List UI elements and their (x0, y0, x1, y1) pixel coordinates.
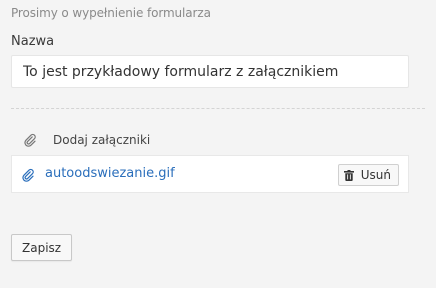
save-button[interactable]: Zapisz (11, 234, 73, 261)
name-input[interactable] (11, 55, 409, 88)
remove-attachment-button[interactable]: Usuń (337, 164, 399, 186)
form-instruction: Prosimy o wypełnienie formularza (11, 6, 211, 20)
add-attachments-button[interactable]: Dodaj załączniki (11, 133, 150, 147)
attachment-item: autoodswiezanie.gif Usuń (11, 155, 409, 193)
remove-button-label: Usuń (360, 168, 391, 182)
section-divider (11, 108, 425, 109)
attachment-file-link[interactable]: autoodswiezanie.gif (45, 166, 175, 181)
add-attachments-label: Dodaj załączniki (53, 133, 151, 147)
paperclip-icon (22, 168, 34, 182)
trash-icon (343, 169, 354, 181)
paperclip-icon (24, 133, 36, 147)
name-field-label: Nazwa (11, 34, 55, 49)
